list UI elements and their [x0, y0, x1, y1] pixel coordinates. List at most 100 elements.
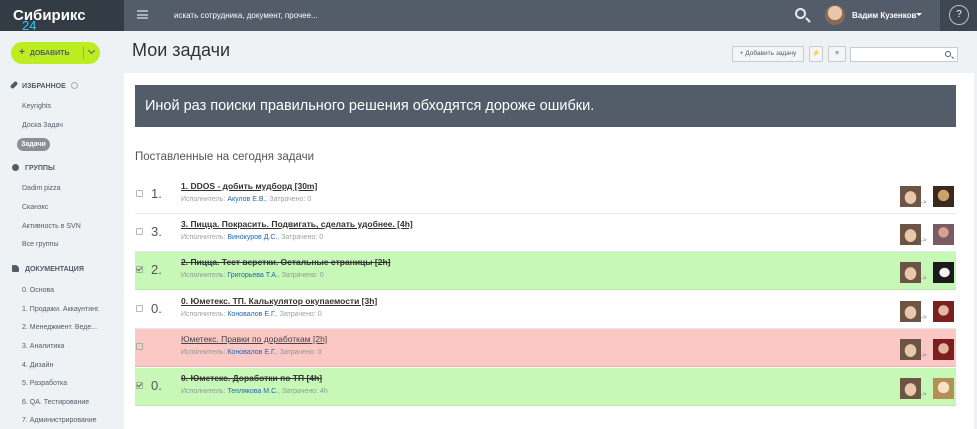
task-title-link[interactable]: 1. DDOS - добить мудборд [30m]: [181, 181, 317, 191]
creator-avatar[interactable]: [900, 378, 921, 399]
executor-label: Исполнитель:: [181, 234, 228, 241]
help-button[interactable]: ?: [949, 5, 969, 25]
creator-avatar[interactable]: [900, 224, 921, 245]
sidebar-item-dadim-pizza[interactable]: Dadim pizza: [22, 183, 61, 195]
task-checkbox[interactable]: [136, 343, 143, 350]
task-title-link[interactable]: Юметекс. Правки по доработкам [2h]: [181, 334, 327, 344]
task-meta: Исполнитель: Коновалов Е.Г., Затрачено: …: [181, 311, 322, 318]
add-task-button[interactable]: + Добавить задачу: [732, 46, 804, 62]
chevron-down-icon[interactable]: [916, 13, 922, 16]
add-button-divider: [83, 47, 84, 59]
executor-link[interactable]: Теплякова М.С.: [227, 388, 278, 395]
user-name[interactable]: Вадим Кузенков: [852, 0, 916, 31]
menu-icon[interactable]: [137, 10, 148, 19]
executor-link[interactable]: Коновалов Е.Г.: [227, 349, 275, 356]
arrow-icon: ->: [921, 200, 927, 206]
task-checkbox[interactable]: [136, 266, 143, 273]
sidebar-item-doc-5[interactable]: 5. Разработка: [22, 378, 67, 390]
task-title-link[interactable]: 0. Юметекс. Доработки по ТП [4h]: [181, 373, 322, 383]
add-button[interactable]: + ДОБАВИТЬ: [11, 42, 100, 64]
creator-avatar[interactable]: [900, 186, 921, 207]
task-title-link[interactable]: 3. Пицца. Покрасить. Подвигать, сделать …: [181, 219, 413, 229]
task-row[interactable]: Юметекс. Правки по доработкам [2h] Исполн…: [135, 329, 956, 367]
sidebar-item-task-board[interactable]: Доска Задач: [22, 120, 63, 132]
task-meta: Исполнитель: Винокуров Д.С., Затрачено: …: [181, 234, 323, 241]
arrow-icon: ->: [921, 353, 927, 359]
spent-value: , Затрачено: 0: [277, 272, 324, 279]
sidebar-item-doc-3[interactable]: 3. Аналитика: [22, 341, 64, 353]
motivation-quote: Иной раз поиски правильного решения обхо…: [135, 85, 956, 127]
help-area: ?: [940, 0, 977, 31]
task-checkbox[interactable]: [136, 190, 143, 197]
page-title: Мои задачи: [132, 40, 231, 60]
spent-value: , Затрачено: 0: [265, 196, 312, 203]
task-row[interactable]: 0. 0. Юметекс. ТП. Калькулятор окупаемост…: [135, 291, 956, 329]
lightning-icon[interactable]: ⚡: [809, 46, 823, 62]
task-row[interactable]: 2. 2. Пицца. Тест верстки. Остальные стра…: [135, 252, 956, 290]
task-number: 0.: [151, 301, 162, 316]
sidebar-item-scanex[interactable]: Сканэкс: [22, 202, 48, 214]
chevron-down-icon[interactable]: [87, 46, 96, 55]
executor-link[interactable]: Акулов Е.В.: [227, 196, 265, 203]
plus-icon: +: [19, 47, 25, 58]
task-title-link[interactable]: 0. Юметекс. ТП. Калькулятор окупаемости …: [181, 296, 377, 306]
sidebar-item-doc-4[interactable]: 4. Дизайн: [22, 360, 53, 372]
executor-link[interactable]: Коновалов Е.Г.: [227, 311, 275, 318]
add-task-label: Добавить задачу: [745, 50, 797, 57]
task-number: 3.: [151, 224, 162, 239]
search-icon[interactable]: [945, 51, 951, 57]
task-checkbox[interactable]: [136, 305, 143, 312]
task-checkbox[interactable]: [136, 382, 143, 389]
groups-section-title[interactable]: ГРУППЫ: [12, 163, 55, 175]
executor-avatar[interactable]: [933, 262, 954, 283]
executor-link[interactable]: Григорьева Т.А.: [227, 272, 277, 279]
list-view-icon[interactable]: ≡: [828, 46, 846, 62]
executor-avatar[interactable]: [933, 224, 954, 245]
task-checkbox[interactable]: [136, 228, 143, 235]
sidebar-item-keyrights[interactable]: Keyrights: [22, 101, 51, 113]
task-number: 1.: [151, 186, 162, 201]
executor-label: Исполнитель:: [181, 349, 228, 356]
favorites-section-title[interactable]: ИЗБРАННОЕ: [9, 80, 78, 93]
sidebar-item-doc-7[interactable]: 7. Администрирование: [22, 415, 97, 427]
task-row[interactable]: 3. 3. Пицца. Покрасить. Подвигать, сделат…: [135, 214, 956, 252]
sidebar-item-doc-1[interactable]: 1. Продажи. Аккаунтинг.: [22, 304, 100, 316]
global-search-input[interactable]: искать сотрудника, документ, прочее...: [174, 0, 734, 31]
search-icon[interactable]: [795, 8, 806, 19]
task-row[interactable]: 0. 0. Юметекс. Доработки по ТП [4h] Исполн…: [135, 368, 956, 406]
arrow-icon: ->: [921, 315, 927, 321]
task-meta: Исполнитель: Коновалов Е.Г., Затрачено: …: [181, 349, 322, 356]
sidebar-item-svn-activity[interactable]: Активность в SVN: [22, 221, 81, 233]
executor-link[interactable]: Винокуров Д.С.: [227, 234, 277, 241]
executor-avatar[interactable]: [933, 339, 954, 360]
user-avatar[interactable]: [825, 5, 845, 25]
groups-label: ГРУППЫ: [25, 165, 55, 172]
creator-avatar[interactable]: [900, 262, 921, 283]
task-meta: Исполнитель: Акулов Е.В., Затрачено: 0: [181, 196, 311, 203]
section-title: Поставленные на сегодня задачи: [135, 151, 315, 163]
executor-avatar[interactable]: [933, 301, 954, 322]
creator-avatar[interactable]: [900, 301, 921, 322]
sidebar-item-doc-6[interactable]: 6. QA. Тестирование: [22, 397, 89, 409]
executor-avatar[interactable]: [933, 378, 954, 399]
task-row[interactable]: 1. 1. DDOS - добить мудборд [30m] Исполнит…: [135, 176, 956, 214]
group-icon: [12, 164, 19, 171]
task-number: 0.: [151, 378, 162, 393]
arrow-icon: ->: [921, 238, 927, 244]
document-icon: [12, 265, 19, 272]
sidebar-item-doc-0[interactable]: 0. Основа: [22, 285, 54, 297]
sidebar-item-tasks-active[interactable]: Задачи: [17, 138, 50, 151]
task-title-link[interactable]: 2. Пицца. Тест верстки. Остальные страни…: [181, 257, 390, 267]
tasks-search-input[interactable]: [850, 47, 958, 62]
executor-label: Исполнитель:: [181, 196, 228, 203]
brand-logo[interactable]: Сибирикс 24: [0, 0, 124, 33]
creator-avatar[interactable]: [900, 339, 921, 360]
docs-label: ДОКУМЕНТАЦИЯ: [25, 266, 84, 273]
sidebar-item-doc-2[interactable]: 2. Менеджмент. Веде...: [22, 322, 97, 334]
spent-value: , Затрачено: 0: [277, 234, 324, 241]
executor-avatar[interactable]: [933, 186, 954, 207]
sidebar-item-all-groups[interactable]: Все группы: [22, 239, 59, 251]
docs-section-title[interactable]: ДОКУМЕНТАЦИЯ: [12, 264, 84, 276]
gear-icon[interactable]: [70, 82, 78, 89]
task-number: 2.: [151, 262, 162, 277]
